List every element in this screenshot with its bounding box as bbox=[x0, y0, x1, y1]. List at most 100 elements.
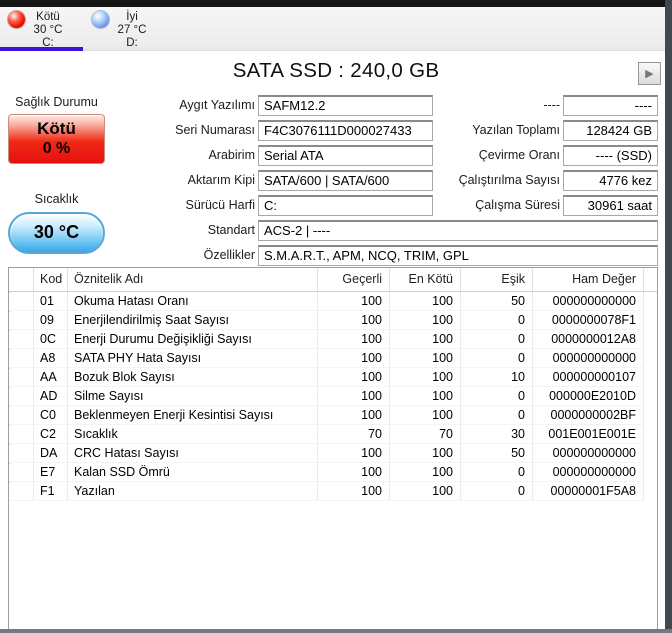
cell-kod: A8 bbox=[34, 349, 68, 368]
cell-filler bbox=[644, 482, 657, 501]
cell-threshold: 0 bbox=[461, 463, 533, 482]
table-row[interactable]: A8SATA PHY Hata Sayısı100100000000000000… bbox=[9, 349, 657, 368]
cell-name: Yazılan bbox=[68, 482, 318, 501]
cell-name: Silme Sayısı bbox=[68, 387, 318, 406]
info-field-value: F4C3076111D000027433 bbox=[258, 120, 433, 141]
smart-attribute-table: KodÖznitelik AdıGeçerliEn KötüEşikHam De… bbox=[8, 267, 658, 630]
cell-threshold: 0 bbox=[461, 349, 533, 368]
cell-worst: 100 bbox=[390, 368, 461, 387]
info-field-label: Çalışma Süresi bbox=[425, 195, 560, 216]
health-status-button[interactable]: Kötü 0 % bbox=[8, 114, 105, 164]
cell-filler bbox=[644, 406, 657, 425]
cell-current: 70 bbox=[318, 425, 390, 444]
cell-current: 100 bbox=[318, 444, 390, 463]
cell-filler bbox=[644, 463, 657, 482]
table-row[interactable]: ADSilme Sayısı1001000000000E2010D bbox=[9, 387, 657, 406]
table-header-kod[interactable]: Kod bbox=[34, 268, 68, 291]
cell-threshold: 50 bbox=[461, 444, 533, 463]
tab-temperature-label: 30 °C bbox=[14, 24, 82, 37]
cell-status-icon bbox=[9, 463, 34, 482]
table-header-attribute-name[interactable]: Öznitelik Adı bbox=[68, 268, 318, 291]
cell-status-icon bbox=[9, 349, 34, 368]
drive-tab-bar: Kötü 30 °C C: İyi 27 °C D: bbox=[0, 7, 665, 51]
table-header-current[interactable]: Geçerli bbox=[318, 268, 390, 291]
cell-worst: 100 bbox=[390, 311, 461, 330]
cell-kod: 0C bbox=[34, 330, 68, 349]
cell-status-icon bbox=[9, 330, 34, 349]
cell-current: 100 bbox=[318, 330, 390, 349]
cell-threshold: 30 bbox=[461, 425, 533, 444]
table-header-raw-value[interactable]: Ham Değer bbox=[533, 268, 644, 291]
cell-filler bbox=[644, 292, 657, 311]
table-row[interactable]: 09Enerjilendirilmiş Saat Sayısı100100000… bbox=[9, 311, 657, 330]
cell-name: Enerjilendirilmiş Saat Sayısı bbox=[68, 311, 318, 330]
cell-raw: 000000000000 bbox=[533, 444, 644, 463]
drive-tab-c[interactable]: Kötü 30 °C C: bbox=[0, 7, 84, 51]
cell-name: Beklenmeyen Enerji Kesintisi Sayısı bbox=[68, 406, 318, 425]
cell-threshold: 0 bbox=[461, 387, 533, 406]
cell-raw: 0000000002BF bbox=[533, 406, 644, 425]
info-field-label: Çalıştırılma Sayısı bbox=[425, 170, 560, 191]
cell-threshold: 50 bbox=[461, 292, 533, 311]
selected-tab-indicator bbox=[0, 47, 83, 51]
cell-name: Enerji Durumu Değişikliği Sayısı bbox=[68, 330, 318, 349]
drive-tab-d[interactable]: İyi 27 °C D: bbox=[84, 7, 168, 51]
drive-title: SATA SSD : 240,0 GB bbox=[0, 59, 672, 83]
table-row[interactable]: E7Kalan SSD Ömrü1001000000000000000 bbox=[9, 463, 657, 482]
cell-threshold: 0 bbox=[461, 406, 533, 425]
info-field-label: Arabirim bbox=[120, 145, 255, 166]
cell-raw: 001E001E001E bbox=[533, 425, 644, 444]
temperature-indicator[interactable]: 30 °C bbox=[8, 212, 105, 254]
cell-filler bbox=[644, 387, 657, 406]
cell-threshold: 0 bbox=[461, 311, 533, 330]
cell-filler bbox=[644, 444, 657, 463]
cell-filler bbox=[644, 425, 657, 444]
cell-status-icon bbox=[9, 387, 34, 406]
table-row[interactable]: F1Yazılan100100000000001F5A8 bbox=[9, 482, 657, 501]
cell-worst: 100 bbox=[390, 387, 461, 406]
info-field-value: S.M.A.R.T., APM, NCQ, TRIM, GPL bbox=[258, 245, 658, 266]
table-row[interactable]: 01Okuma Hatası Oranı10010050000000000000 bbox=[9, 292, 657, 311]
cell-worst: 100 bbox=[390, 463, 461, 482]
cell-name: SATA PHY Hata Sayısı bbox=[68, 349, 318, 368]
cell-worst: 100 bbox=[390, 444, 461, 463]
window-top-edge bbox=[0, 0, 672, 7]
table-header-status-icon-column[interactable] bbox=[9, 268, 34, 291]
table-row[interactable]: C0Beklenmeyen Enerji Kesintisi Sayısı100… bbox=[9, 406, 657, 425]
table-row[interactable]: AABozuk Blok Sayısı10010010000000000107 bbox=[9, 368, 657, 387]
cell-name: Okuma Hatası Oranı bbox=[68, 292, 318, 311]
cell-filler bbox=[644, 311, 657, 330]
cell-worst: 100 bbox=[390, 349, 461, 368]
info-field-value: ACS-2 | ---- bbox=[258, 220, 658, 241]
table-header-row: KodÖznitelik AdıGeçerliEn KötüEşikHam De… bbox=[9, 268, 657, 292]
cell-name: Kalan SSD Ömrü bbox=[68, 463, 318, 482]
cell-current: 100 bbox=[318, 387, 390, 406]
health-status-text: Kötü bbox=[9, 119, 104, 139]
cell-kod: DA bbox=[34, 444, 68, 463]
info-field-label: Standart bbox=[120, 220, 255, 241]
table-header-worst[interactable]: En Kötü bbox=[390, 268, 461, 291]
cell-threshold: 0 bbox=[461, 330, 533, 349]
info-field-label: Aktarım Kipi bbox=[120, 170, 255, 191]
cell-status-icon bbox=[9, 482, 34, 501]
info-field-value: 30961 saat bbox=[563, 195, 658, 216]
info-field-value: ---- bbox=[563, 95, 658, 116]
table-row[interactable]: C2Sıcaklık707030001E001E001E bbox=[9, 425, 657, 444]
table-row[interactable]: 0CEnerji Durumu Değişikliği Sayısı100100… bbox=[9, 330, 657, 349]
table-row[interactable]: DACRC Hatası Sayısı10010050000000000000 bbox=[9, 444, 657, 463]
cell-raw: 0000000012A8 bbox=[533, 330, 644, 349]
cell-name: CRC Hatası Sayısı bbox=[68, 444, 318, 463]
info-field-value: SATA/600 | SATA/600 bbox=[258, 170, 433, 191]
cell-filler bbox=[644, 349, 657, 368]
info-field-value: 128424 GB bbox=[563, 120, 658, 141]
cell-name: Sıcaklık bbox=[68, 425, 318, 444]
next-drive-button[interactable]: ▶ bbox=[638, 62, 661, 85]
cell-raw: 0000000078F1 bbox=[533, 311, 644, 330]
cell-kod: C0 bbox=[34, 406, 68, 425]
info-field-value: ---- (SSD) bbox=[563, 145, 658, 166]
cell-kod: E7 bbox=[34, 463, 68, 482]
health-section-label: Sağlık Durumu bbox=[8, 95, 105, 109]
temperature-value: 30 °C bbox=[34, 222, 79, 242]
cell-status-icon bbox=[9, 425, 34, 444]
table-header-threshold[interactable]: Eşik bbox=[461, 268, 533, 291]
